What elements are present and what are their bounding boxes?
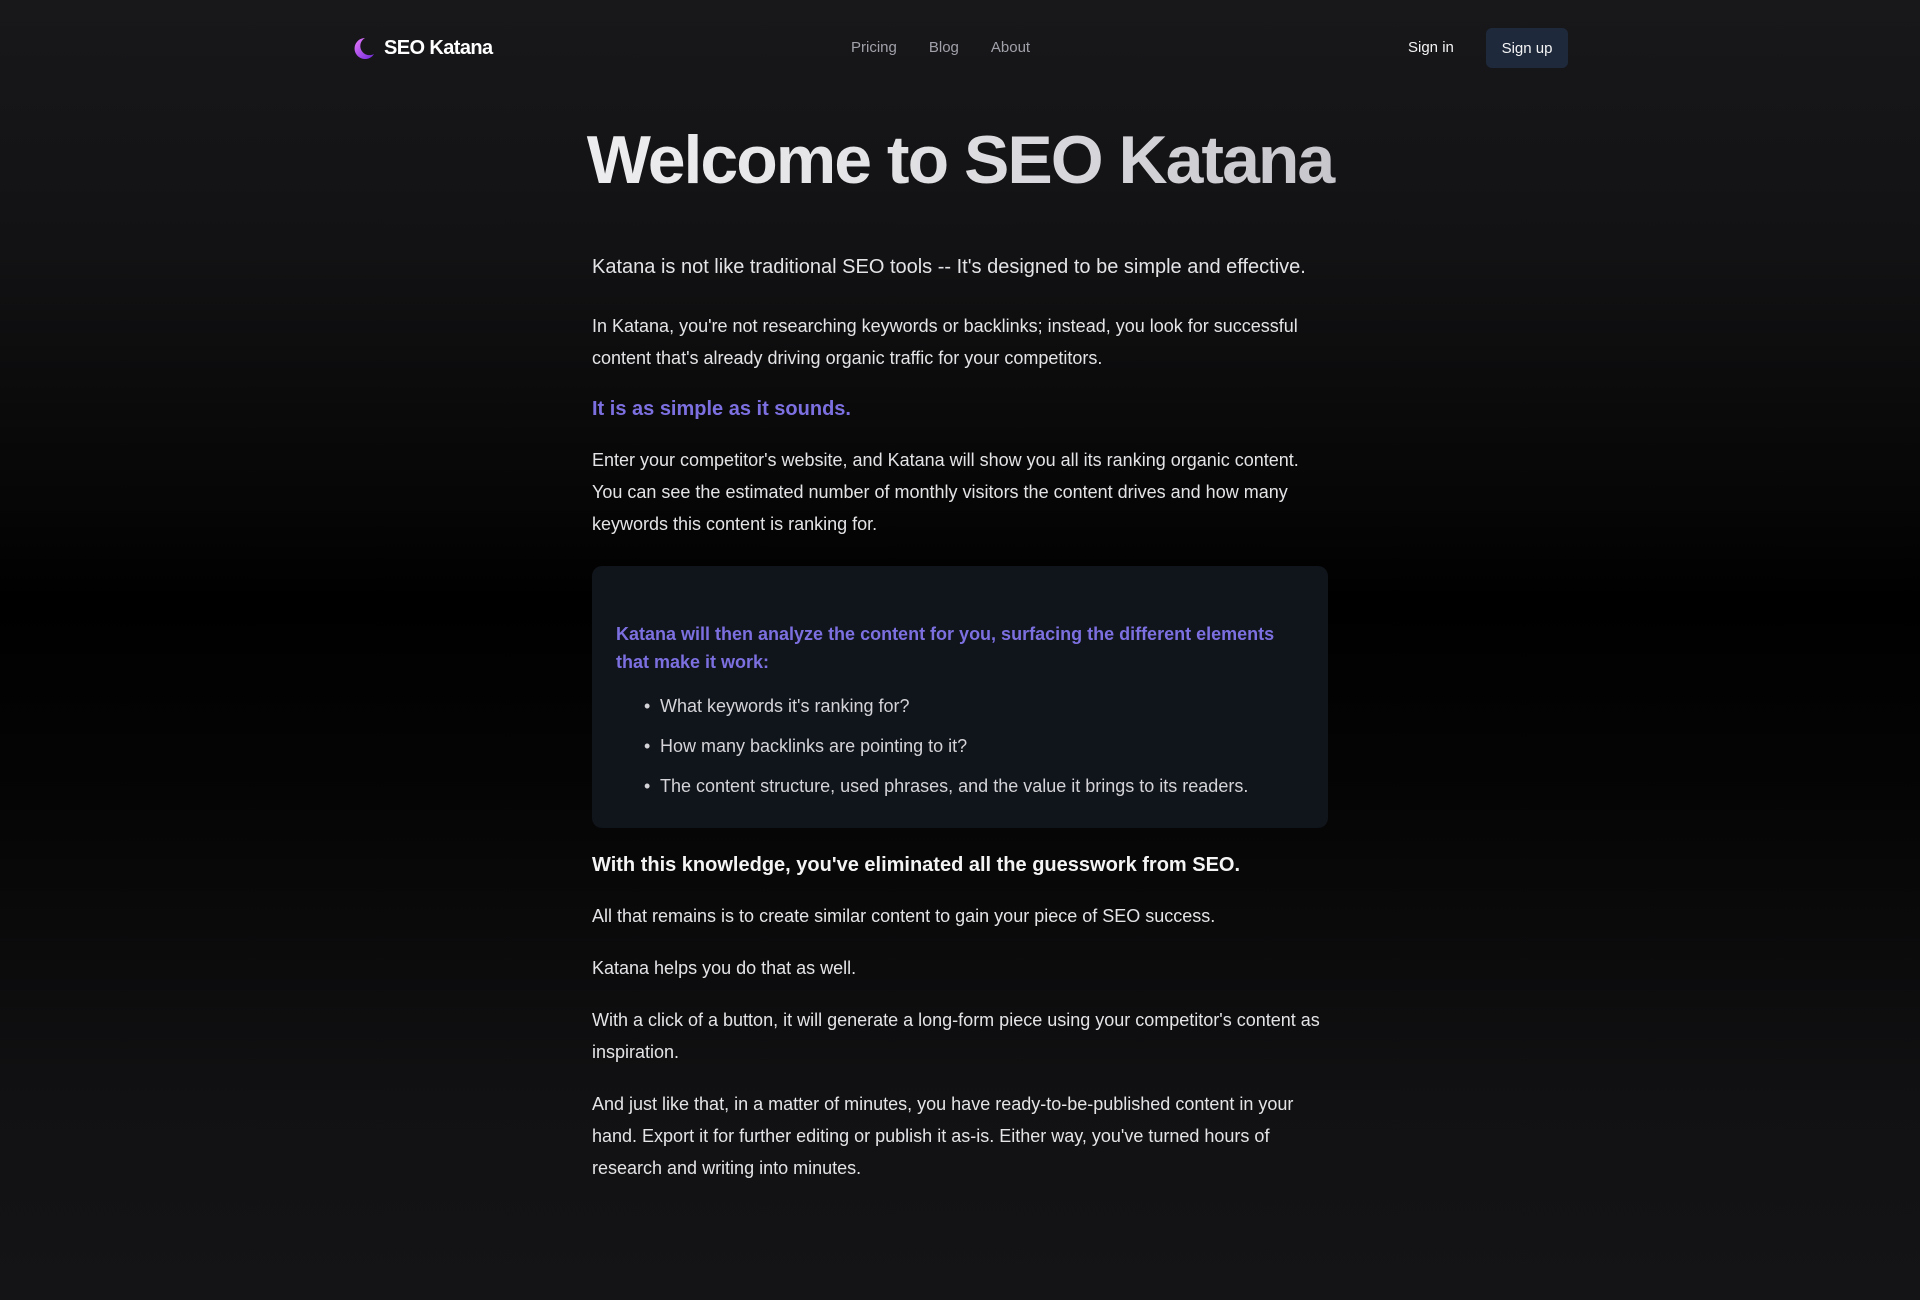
how-it-works-paragraph: Enter your competitor's website, and Kat… xyxy=(592,450,1299,534)
crescent-moon-icon xyxy=(354,38,374,59)
page-title-text: Welcome to SEO Katana xyxy=(586,122,1334,198)
export-paragraph: And just like that, in a matter of minut… xyxy=(592,1094,1294,1178)
card-heading: Katana will then analyze the content for… xyxy=(616,624,1275,672)
nav-link-blog[interactable]: Blog xyxy=(929,38,959,58)
sign-in-link[interactable]: Sign in xyxy=(1408,38,1454,58)
guesswork-heading: With this knowledge, you've eliminated a… xyxy=(592,854,1241,876)
brand-home-link[interactable]: SEO Katana xyxy=(350,33,493,63)
brand-name: SEO Katana xyxy=(384,36,493,59)
list-item: What keywords it's ranking for? xyxy=(644,686,1304,726)
remains-paragraph: All that remains is to create similar co… xyxy=(592,906,1216,926)
intro-paragraph: In Katana, you're not researching keywor… xyxy=(592,316,1298,368)
list-item: The content structure, used phrases, and… xyxy=(644,766,1304,806)
sign-up-button[interactable]: Sign up xyxy=(1486,28,1568,68)
accent-heading: It is as simple as it sounds. xyxy=(592,398,851,420)
top-navigation: SEO Katana Pricing Blog About Sign in Si… xyxy=(0,0,1920,96)
helps-paragraph: Katana helps you do that as well. xyxy=(592,958,857,978)
main-content: Katana is not like traditional SEO tools… xyxy=(592,250,1328,1184)
primary-nav: Pricing Blog About xyxy=(851,38,1030,58)
nav-link-pricing[interactable]: Pricing xyxy=(851,38,897,58)
generate-paragraph: With a click of a button, it will genera… xyxy=(592,1010,1320,1062)
list-item: How many backlinks are pointing to it? xyxy=(644,726,1304,766)
analysis-list: What keywords it's ranking for? How many… xyxy=(616,686,1304,806)
nav-link-about[interactable]: About xyxy=(991,38,1030,58)
page-title: Welcome to SEO Katana xyxy=(0,118,1920,202)
analysis-card: Katana will then analyze the content for… xyxy=(592,566,1328,828)
lead-paragraph: Katana is not like traditional SEO tools… xyxy=(592,256,1306,278)
